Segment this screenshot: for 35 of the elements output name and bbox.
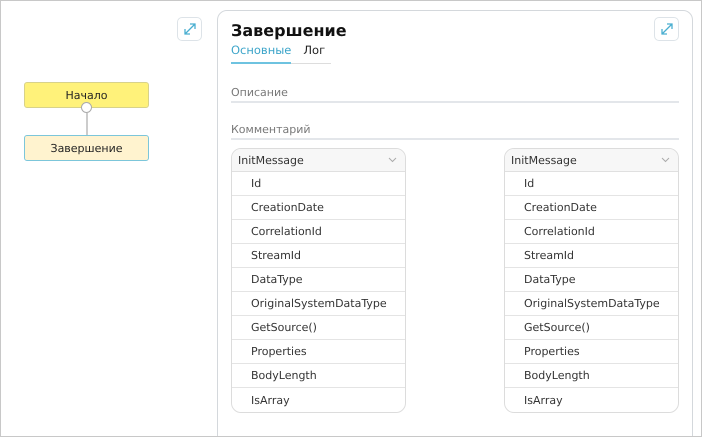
expand-button[interactable]	[177, 17, 202, 41]
list-item[interactable]: BodyLength	[505, 364, 678, 388]
list-item[interactable]: CorrelationId	[505, 220, 678, 244]
chevron-down-icon	[388, 157, 397, 163]
expand-button[interactable]	[654, 17, 679, 41]
flow-node[interactable]: Начало	[24, 82, 149, 108]
expand-icon	[182, 22, 196, 36]
list-item[interactable]: CreationDate	[232, 196, 405, 220]
list-item[interactable]: IsArray	[232, 388, 405, 412]
list-item[interactable]: CorrelationId	[232, 220, 405, 244]
panel-title: Завершение	[231, 20, 347, 40]
list-item[interactable]: StreamId	[232, 244, 405, 268]
list-item[interactable]: IsArray	[505, 388, 678, 412]
text-field[interactable]: Описание	[231, 86, 679, 103]
text-field[interactable]: Комментарий	[231, 123, 679, 140]
list-item[interactable]: Properties	[232, 340, 405, 364]
expand-icon	[660, 22, 674, 36]
list-item[interactable]: GetSource()	[232, 316, 405, 340]
flow-node[interactable]: Завершение	[24, 135, 149, 161]
list-item[interactable]: Id	[505, 172, 678, 196]
list-item[interactable]: Properties	[505, 340, 678, 364]
chevron-down-icon	[661, 157, 670, 163]
list-item[interactable]: GetSource()	[505, 316, 678, 340]
list-item[interactable]: OriginalSystemDataType	[505, 292, 678, 316]
list-item[interactable]: CreationDate	[505, 196, 678, 220]
tab[interactable]: Лог	[303, 41, 326, 64]
list-item[interactable]: StreamId	[505, 244, 678, 268]
list-item[interactable]: Id	[232, 172, 405, 196]
list-item[interactable]: BodyLength	[232, 364, 405, 388]
connector-drawing	[81, 102, 92, 135]
list-item[interactable]: OriginalSystemDataType	[232, 292, 405, 316]
list-item[interactable]: DataType	[505, 268, 678, 292]
list-header[interactable]: InitMessage	[232, 149, 405, 172]
list-item[interactable]: DataType	[232, 268, 405, 292]
list-header[interactable]: InitMessage	[505, 149, 678, 172]
